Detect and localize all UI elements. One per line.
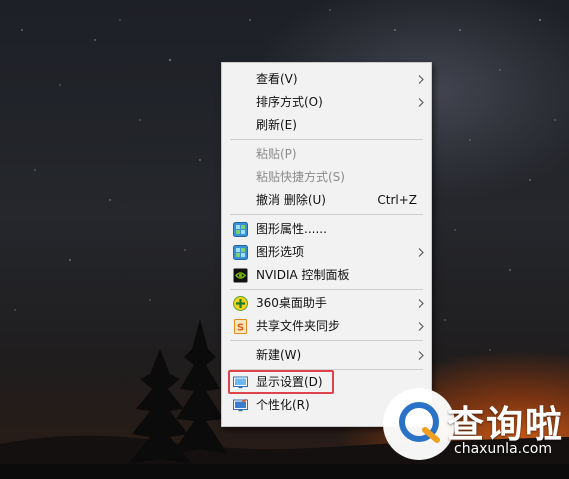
personalize-icon <box>233 398 248 412</box>
menu-item-graphics-properties[interactable]: 图形属性...... <box>222 218 431 241</box>
menu-separator <box>230 139 423 140</box>
intel-graphics-icon <box>233 222 248 237</box>
display-settings-highlight-box <box>228 370 334 394</box>
menu-item-new[interactable]: 新建(W) <box>222 344 431 367</box>
submenu-arrow-icon <box>418 75 424 84</box>
menu-item-refresh[interactable]: 刷新(E) <box>222 114 431 137</box>
watermark-brand-url: chaxunla.com <box>454 441 552 457</box>
menu-item-sort-by-label: 排序方式(O) <box>256 95 323 109</box>
menu-separator <box>230 214 423 215</box>
menu-item-undo-delete[interactable]: 撤消 删除(U) Ctrl+Z <box>222 189 431 212</box>
menu-item-graphics-options-label: 图形选项 <box>256 245 305 259</box>
menu-item-graphics-options[interactable]: 图形选项 <box>222 241 431 264</box>
menu-item-paste-shortcut[interactable]: 粘贴快捷方式(S) <box>222 166 431 189</box>
menu-item-new-label: 新建(W) <box>256 348 302 362</box>
menu-item-view-label: 查看(V) <box>256 72 298 86</box>
menu-item-nvidia-control-panel-label: NVIDIA 控制面板 <box>256 268 350 282</box>
submenu-arrow-icon <box>418 322 424 331</box>
menu-item-shared-folder-sync[interactable]: S 共享文件夹同步 <box>222 315 431 338</box>
desktop-context-menu: 查看(V) 排序方式(O) 刷新(E) 粘贴(P) 粘贴快捷方式(S) 撤消 删… <box>221 62 432 427</box>
menu-item-refresh-label: 刷新(E) <box>256 118 297 132</box>
submenu-arrow-icon <box>418 299 424 308</box>
svg-text:S: S <box>237 323 244 334</box>
undo-shortcut-text: Ctrl+Z <box>377 193 417 207</box>
watermark-brand-name: 查询啦 <box>447 403 564 446</box>
menu-item-graphics-properties-label: 图形属性...... <box>256 222 327 236</box>
menu-item-sort-by[interactable]: 排序方式(O) <box>222 91 431 114</box>
submenu-arrow-icon <box>418 98 424 107</box>
shared-folder-sync-icon: S <box>234 319 247 334</box>
menu-item-360-desktop-assistant[interactable]: 360桌面助手 <box>222 292 431 315</box>
360-assistant-icon <box>233 296 248 311</box>
nvidia-icon <box>233 268 248 283</box>
menu-item-undo-delete-label: 撤消 删除(U) <box>256 193 326 207</box>
intel-graphics-icon <box>233 245 248 260</box>
menu-item-360-desktop-assistant-label: 360桌面助手 <box>256 296 327 310</box>
menu-item-nvidia-control-panel[interactable]: NVIDIA 控制面板 <box>222 264 431 287</box>
menu-separator <box>230 340 423 341</box>
submenu-arrow-icon <box>418 351 424 360</box>
menu-item-personalize-label: 个性化(R) <box>256 398 310 412</box>
menu-item-shared-folder-sync-label: 共享文件夹同步 <box>256 319 341 333</box>
menu-item-paste-shortcut-label: 粘贴快捷方式(S) <box>256 170 345 184</box>
menu-item-paste[interactable]: 粘贴(P) <box>222 143 431 166</box>
submenu-arrow-icon <box>418 248 424 257</box>
menu-separator <box>230 289 423 290</box>
menu-item-view[interactable]: 查看(V) <box>222 68 431 91</box>
menu-item-paste-label: 粘贴(P) <box>256 147 297 161</box>
